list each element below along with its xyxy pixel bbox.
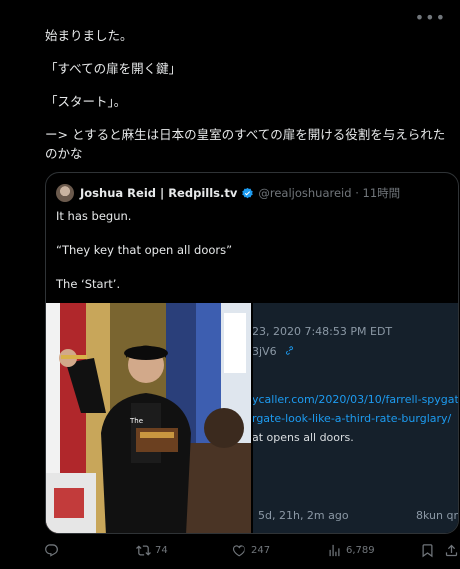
retweet-count: 74 — [155, 545, 168, 556]
share-button[interactable] — [444, 543, 460, 558]
tweet-line: 「スタート」。 — [45, 94, 127, 109]
views-chart-icon — [329, 544, 340, 557]
media-photo[interactable]: The — [46, 303, 251, 533]
tweet-line: ー> とすると麻生は日本の皇室のすべての扉を開ける役割を与えられたのかな — [45, 127, 446, 161]
author-name[interactable]: Joshua Reid | Redpills.tv — [80, 186, 237, 200]
more-options-button[interactable]: ••• — [415, 8, 446, 27]
quote-line: It has begun. — [56, 209, 132, 223]
quote-line: “They key that open all doors” — [56, 243, 233, 257]
quoted-tweet-body: It has begun. “They key that open all do… — [56, 208, 232, 310]
author-handle[interactable]: @realjoshuareid · 11時間 — [258, 185, 400, 201]
screenshot-date: 23, 2020 7:48:53 PM EDT — [253, 325, 393, 338]
media-screenshot[interactable]: 23, 2020 7:48:53 PM EDT 3jV6 ycaller.com… — [253, 303, 459, 533]
tweet-actions: 74 247 6,789 — [44, 540, 458, 564]
screenshot-footer-right: 8kun qre — [416, 509, 458, 522]
reply-icon — [45, 544, 58, 557]
like-button[interactable]: 247 — [232, 543, 270, 558]
verified-badge-icon — [241, 187, 254, 200]
screenshot-text: at opens all doors. — [253, 431, 354, 444]
view-count: 6,789 — [346, 545, 375, 556]
svg-text:The: The — [129, 417, 143, 425]
like-count: 247 — [251, 545, 271, 556]
reply-button[interactable] — [44, 543, 63, 558]
quoted-tweet-header: Joshua Reid | Redpills.tv @realjoshuarei… — [56, 184, 400, 202]
retweet-icon — [136, 545, 151, 556]
tweet-line: 「すべての扉を開く鍵」 — [45, 61, 182, 76]
retweet-button[interactable]: 74 — [136, 543, 168, 558]
quoted-tweet[interactable]: Joshua Reid | Redpills.tv @realjoshuarei… — [45, 172, 459, 534]
screenshot-link: rgate-look-like-a-third-rate-burglary/ — [253, 412, 452, 425]
heart-icon — [232, 545, 245, 557]
tweet-text: 始まりました。 「すべての扉を開く鍵」 「スタート」。 ー> とすると麻生は日本… — [45, 26, 455, 163]
screenshot-footer-left: 5d, 21h, 2m ago — [258, 509, 349, 522]
views-button[interactable]: 6,789 — [327, 543, 375, 558]
link-icon — [286, 346, 294, 355]
screenshot-id: 3jV6 — [253, 345, 295, 358]
bookmark-icon — [422, 544, 433, 558]
avatar[interactable] — [56, 184, 74, 202]
share-icon — [445, 544, 458, 557]
tweet-line: 始まりました。 — [45, 28, 133, 43]
media-grid: The 23, 2020 7:48:53 PM EDT 3jV6 ycaller… — [46, 303, 459, 533]
quote-line: The ‘Start’. — [56, 277, 121, 291]
screenshot-link: ycaller.com/2020/03/10/farrell-spygate- — [253, 393, 459, 406]
bookmark-button[interactable] — [420, 543, 439, 558]
